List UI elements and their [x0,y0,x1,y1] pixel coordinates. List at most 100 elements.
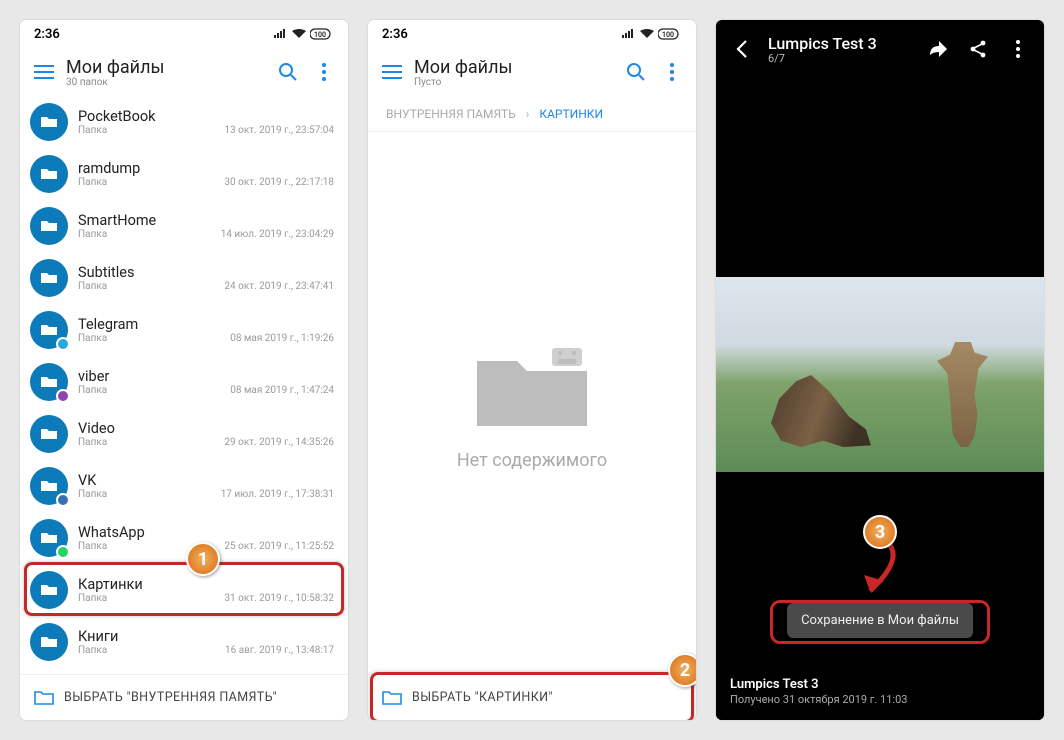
folder-date: 08 мая 2019 г., 1:47:24 [230,385,334,396]
step-badge-2: 2 [668,653,696,687]
folder-row[interactable]: Книги Папка 16 авг. 2019 г., 13:48:17 [20,616,348,668]
folder-row[interactable]: WhatsApp Папка 25 окт. 2019 г., 11:25:52 [20,512,348,564]
folder-type: Папка [78,177,107,188]
folder-name: SmartHome [78,212,334,229]
folder-type: Папка [78,229,107,240]
folder-icon [30,363,68,401]
header-title: Мои файлы [66,57,266,78]
folder-type: Папка [78,593,107,604]
highlight-frame [770,600,990,644]
folder-outline-icon [34,690,54,706]
folder-row[interactable]: Video Папка 29 окт. 2019 г., 14:35:26 [20,408,348,460]
folder-row[interactable]: SmartHome Папка 14 июл. 2019 г., 23:04:2… [20,200,348,252]
folder-row[interactable]: viber Папка 08 мая 2019 г., 1:47:24 [20,356,348,408]
search-button[interactable] [622,58,650,86]
folder-outline-icon [382,690,402,706]
folder-date: 30 окт. 2019 г., 22:17:18 [224,177,334,188]
header-subtitle: Пусто [414,77,614,88]
folder-date: 16 авг. 2019 г., 13:48:17 [225,645,334,656]
folder-row[interactable]: ramdump Папка 30 окт. 2019 г., 22:17:18 [20,148,348,200]
folder-date: 14 июл. 2019 г., 23:04:29 [221,229,334,240]
folder-type: Папка [78,281,107,292]
status-time: 2:36 [34,27,60,42]
folder-name: Telegram [78,316,334,333]
folder-row[interactable]: Telegram Папка 08 мая 2019 г., 1:19:26 [20,304,348,356]
viewer-header: Lumpics Test 3 6/7 [716,20,1044,78]
empty-folder-icon [467,336,597,436]
folder-name: WhatsApp [78,524,334,541]
folder-icon [30,519,68,557]
folder-date: 17 июл. 2019 г., 17:38:31 [221,489,334,500]
app-badge-icon [56,545,70,559]
header-title: Мои файлы [414,57,614,78]
phone1-file-picker: 2:36 100 Мои файлы 30 папок PocketBook [20,20,348,720]
image-caption: Lumpics Test 3 Получено 31 октября 2019 … [716,671,1044,720]
folder-icon [30,259,68,297]
arrow-icon [840,539,920,609]
signal-icon [274,29,288,39]
breadcrumb[interactable]: ВНУТРЕННЯЯ ПАМЯТЬ › КАРТИНКИ [368,96,696,132]
folder-type: Папка [78,437,107,448]
menu-button[interactable] [378,58,406,86]
app-header: Мои файлы 30 папок [20,48,348,96]
caption-date: Получено 31 октября 2019 г. 11:03 [730,693,1030,706]
folder-row[interactable]: PocketBook Папка 13 окт. 2019 г., 23:57:… [20,96,348,148]
folder-icon [30,103,68,141]
empty-state: Нет содержимого [368,132,696,674]
folder-type: Папка [78,385,107,396]
image-area[interactable]: 3 Сохранение в Мои файлы [716,78,1044,671]
wifi-icon [640,29,654,39]
wifi-icon [292,29,306,39]
status-time: 2:36 [382,27,408,42]
back-button[interactable] [728,35,756,63]
search-button[interactable] [274,58,302,86]
folder-date: 24 окт. 2019 г., 23:47:41 [224,281,334,292]
step-badge-3: 3 [863,515,897,549]
app-header: Мои файлы Пусто [368,48,696,96]
forward-button[interactable] [924,35,952,63]
app-badge-icon [56,389,70,403]
app-badge-icon [56,493,70,507]
chevron-right-icon: › [526,107,530,121]
folder-name: VK [78,472,334,489]
photo-content [716,277,1044,472]
crumb-internal[interactable]: ВНУТРЕННЯЯ ПАМЯТЬ [386,107,516,121]
folder-row[interactable]: Subtitles Папка 24 окт. 2019 г., 23:47:4… [20,252,348,304]
status-bar: 2:36 100 [20,20,348,48]
folder-date: 08 мая 2019 г., 1:19:26 [230,333,334,344]
app-badge-icon [56,337,70,351]
bottom-select-bar[interactable]: ВЫБРАТЬ "ВНУТРЕННЯЯ ПАМЯТЬ" [20,674,348,720]
phone2-empty-folder: 2:36 100 Мои файлы Пусто ВНУТРЕННЯЯ ПАМЯ… [368,20,696,720]
menu-button[interactable] [30,58,58,86]
svg-text:100: 100 [314,31,326,39]
more-button[interactable] [658,58,686,86]
folder-type: Папка [78,541,107,552]
bottom-bar-text: ВЫБРАТЬ "ВНУТРЕННЯЯ ПАМЯТЬ" [64,690,277,705]
folder-name: viber [78,368,334,385]
folder-type: Папка [78,333,107,344]
folder-row[interactable]: VK Папка 17 июл. 2019 г., 17:38:31 [20,460,348,512]
svg-text:100: 100 [662,31,674,39]
folder-row[interactable]: Картинки Папка 31 окт. 2019 г., 10:58:32 [20,564,348,616]
viewer-title: Lumpics Test 3 [768,34,912,53]
folder-date: 29 окт. 2019 г., 14:35:26 [224,437,334,448]
folder-list[interactable]: PocketBook Папка 13 окт. 2019 г., 23:57:… [20,96,348,674]
share-button[interactable] [964,35,992,63]
status-icons: 100 [622,28,682,40]
folder-icon [30,571,68,609]
bottom-bar-text: ВЫБРАТЬ "КАРТИНКИ" [412,690,553,705]
phone3-image-viewer: Lumpics Test 3 6/7 3 Сохранение в Мои фа… [716,20,1044,720]
wolf-shape [771,367,871,447]
viewer-counter: 6/7 [768,52,912,65]
status-icons: 100 [274,28,334,40]
marmot-shape [937,342,989,447]
folder-icon [30,155,68,193]
folder-icon [30,467,68,505]
caption-title: Lumpics Test 3 [730,677,1030,692]
bottom-select-bar[interactable]: ВЫБРАТЬ "КАРТИНКИ" 2 [368,674,696,720]
header-subtitle: 30 папок [66,77,266,88]
folder-name: Картинки [78,576,334,593]
more-button[interactable] [310,58,338,86]
more-button[interactable] [1004,35,1032,63]
battery-icon: 100 [658,28,682,40]
